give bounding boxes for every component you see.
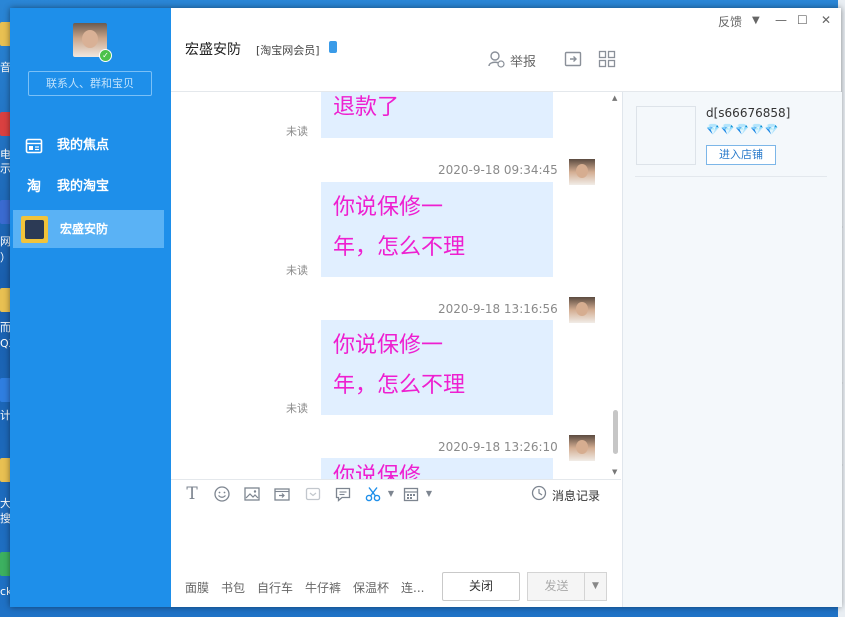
message-text: 退款了	[333, 95, 400, 120]
send-button[interactable]: 发送	[527, 572, 585, 601]
calendar-icon[interactable]	[402, 485, 420, 503]
focus-icon	[25, 137, 43, 155]
member-badge: [淘宝网会员]	[256, 44, 320, 57]
shop-info-panel: d[s66676858] 💎💎💎💎💎 进入店铺	[622, 92, 842, 607]
scissors-icon[interactable]	[364, 485, 382, 503]
shop-avatar	[21, 216, 48, 243]
close-button[interactable]: 关闭	[442, 572, 520, 601]
contact-search-input[interactable]: 联系人、群和宝贝	[28, 71, 152, 96]
chat-header: 宏盛安防 [淘宝网会员] 举报 反馈 ▼ — ☐ ✕	[171, 8, 841, 92]
image-icon[interactable]	[243, 485, 261, 503]
shop-rating-diamonds: 💎💎💎💎💎	[706, 123, 780, 136]
quick-phrase[interactable]: 面膜	[185, 579, 209, 596]
message-scrollbar[interactable]: ▲ ▼	[610, 92, 621, 479]
quick-phrase[interactable]: 自行车	[257, 579, 293, 596]
sidebar-item-label: 宏盛安防	[60, 222, 109, 236]
mobile-online-icon	[329, 41, 337, 53]
message-bubble: 你说保修一 年，怎么不理	[321, 320, 553, 415]
add-contact-icon[interactable]	[487, 50, 505, 68]
apps-grid-icon[interactable]	[598, 50, 616, 68]
shop-logo[interactable]	[636, 106, 696, 165]
sidebar: ✓ 联系人、群和宝贝 我的焦点 淘 我的淘宝 宏盛安防	[10, 8, 171, 607]
chat-window: ✓ 联系人、群和宝贝 我的焦点 淘 我的淘宝 宏盛安防 宏盛安防 [淘宝网会员]…	[10, 8, 842, 607]
message-text: 你说保修	[333, 464, 422, 479]
send-options-dropdown[interactable]: ▼	[584, 572, 607, 601]
clock-icon	[530, 485, 548, 503]
message-text: 你说保修一	[333, 195, 444, 220]
unread-status: 未读	[286, 264, 308, 277]
message-input[interactable]	[171, 508, 621, 568]
quick-phrase[interactable]: 连...	[401, 579, 424, 596]
calendar-dropdown-icon[interactable]: ▼	[420, 485, 438, 503]
divider	[635, 176, 827, 177]
message-list: 退款了 未读 2020-9-18 09:34:45 你说保修一 年，怎么不理 未…	[171, 92, 621, 479]
enter-shop-button[interactable]: 进入店铺	[706, 145, 776, 165]
shop-name: d[s66676858]	[706, 106, 791, 120]
font-icon[interactable]: T	[183, 485, 201, 503]
send-file-icon[interactable]	[564, 50, 582, 68]
sidebar-item-shop-chat[interactable]: 宏盛安防	[13, 210, 164, 248]
scissors-dropdown-icon[interactable]: ▼	[382, 485, 400, 503]
message-timestamp: 2020-9-18 09:34:45	[438, 163, 558, 177]
online-status-icon: ✓	[99, 49, 112, 62]
message-bubble: 你说保修	[321, 458, 553, 479]
scroll-up-icon[interactable]: ▲	[612, 94, 617, 102]
shake-icon[interactable]	[304, 485, 322, 503]
sidebar-item-label: 我的淘宝	[57, 179, 110, 194]
quick-phrase[interactable]: 书包	[221, 579, 245, 596]
message-bubble: 你说保修一 年，怎么不理	[321, 182, 553, 277]
sidebar-item-label: 我的焦点	[57, 138, 110, 153]
scroll-thumb[interactable]	[613, 410, 618, 454]
screenshot-icon[interactable]	[273, 485, 291, 503]
sender-avatar[interactable]	[569, 297, 595, 323]
unread-status: 未读	[286, 125, 308, 138]
message-timestamp: 2020-9-18 13:26:10	[438, 440, 558, 454]
taobao-icon: 淘	[27, 179, 41, 195]
quick-phrase[interactable]: 保温杯	[353, 579, 389, 596]
input-toolbar: T ▼ ▼ 消息记录	[171, 479, 621, 508]
message-text: 你说保修一	[333, 333, 444, 358]
menu-dropdown-icon[interactable]: ▼	[752, 15, 760, 26]
maximize-icon[interactable]: ☐	[797, 13, 808, 27]
message-bubble: 退款了	[321, 92, 553, 138]
scroll-down-icon[interactable]: ▼	[612, 468, 617, 476]
close-icon[interactable]: ✕	[821, 13, 831, 27]
unread-status: 未读	[286, 402, 308, 415]
sidebar-item-focus[interactable]: 我的焦点	[10, 127, 171, 165]
report-button[interactable]: 举报	[510, 51, 536, 70]
minimize-icon[interactable]: —	[775, 13, 787, 27]
emoji-icon[interactable]	[213, 485, 231, 503]
message-text: 年，怎么不理	[333, 373, 466, 398]
sidebar-item-my-taobao[interactable]: 淘 我的淘宝	[10, 168, 171, 206]
sender-avatar[interactable]	[569, 159, 595, 185]
message-timestamp: 2020-9-18 13:16:56	[438, 302, 558, 316]
sender-avatar[interactable]	[569, 435, 595, 461]
quick-reply-icon[interactable]	[334, 485, 352, 503]
feedback-link[interactable]: 反馈	[718, 13, 742, 30]
message-history-button[interactable]: 消息记录	[552, 487, 600, 504]
message-text: 年，怎么不理	[333, 235, 466, 260]
contact-title: 宏盛安防	[185, 42, 241, 58]
quick-phrase[interactable]: 牛仔裤	[305, 579, 341, 596]
